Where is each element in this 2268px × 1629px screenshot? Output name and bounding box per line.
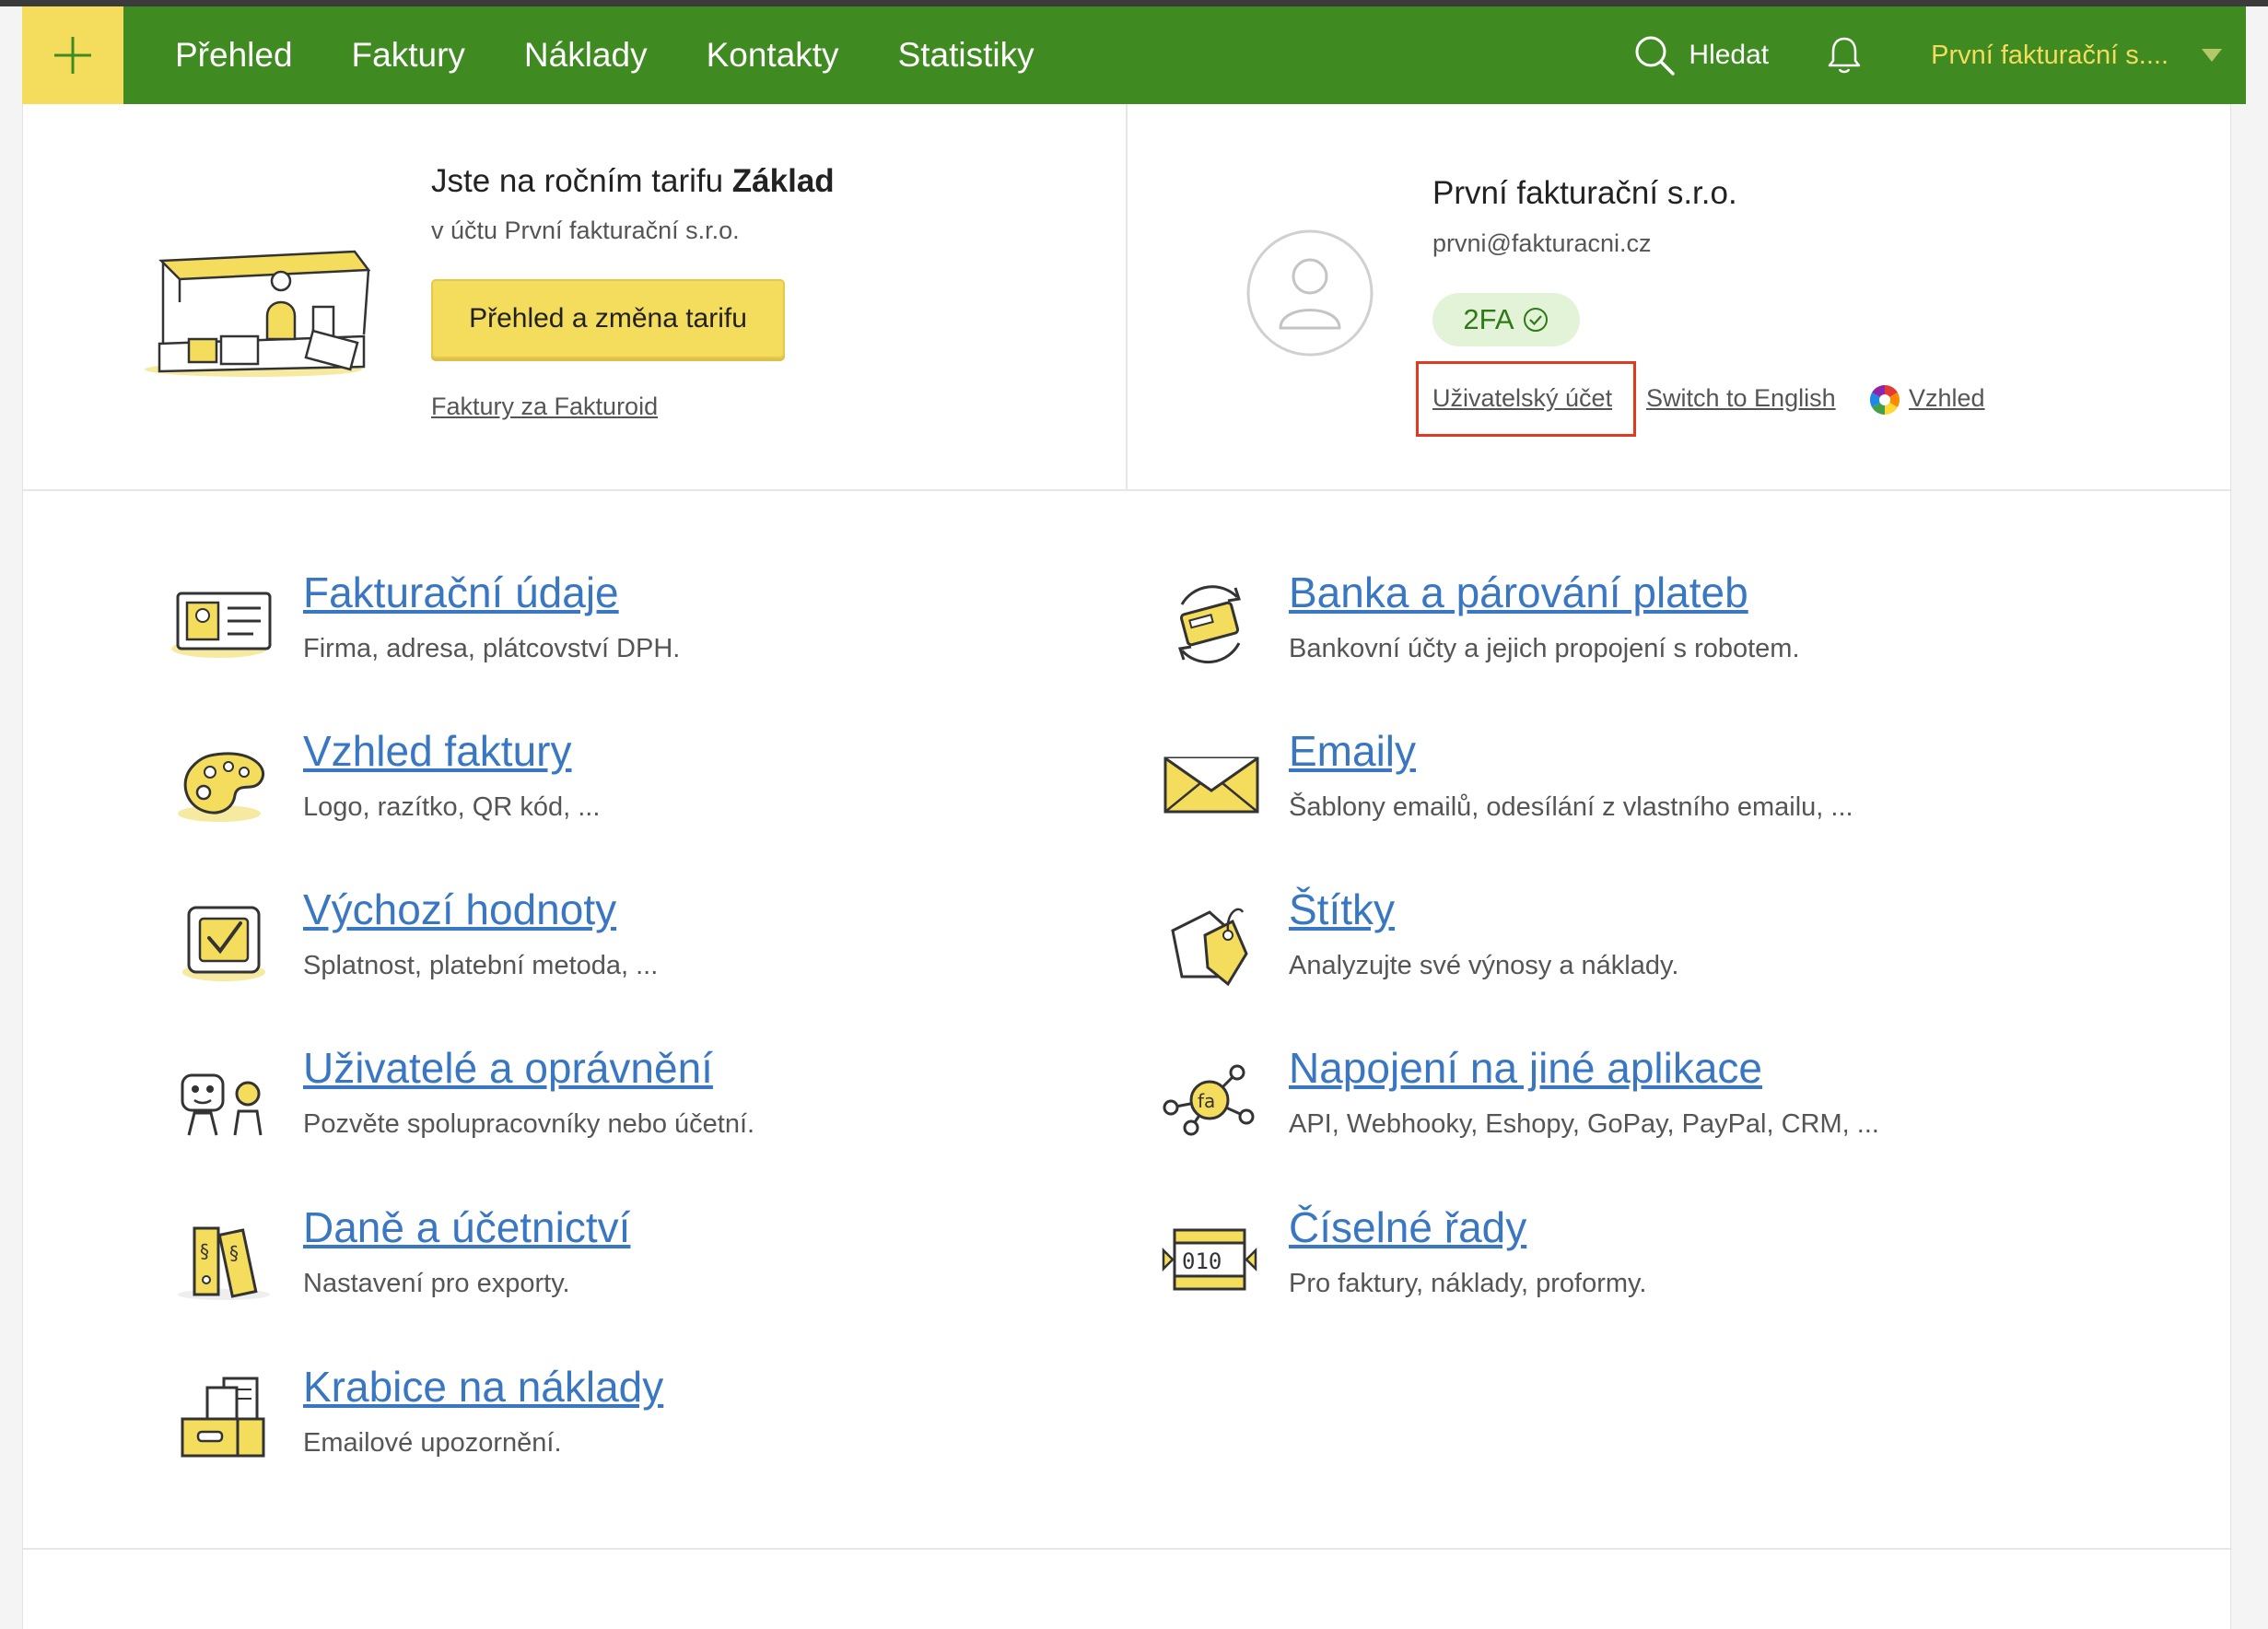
setting-billing-details: Fakturační údaje Firma, adresa, plátcovs… [169, 568, 998, 687]
market-stall-illustration-icon [145, 250, 371, 377]
bell-icon [1828, 37, 1861, 74]
setting-title[interactable]: Napojení na jiné aplikace [1289, 1043, 1762, 1093]
setting-description: Pro faktury, náklady, proformy. [1289, 1269, 1647, 1298]
setting-title[interactable]: Banka a párování plateb [1289, 568, 1748, 617]
setting-title[interactable]: Výchozí hodnoty [303, 885, 616, 934]
organization-email: prvni@fakturacni.cz [1432, 229, 1652, 257]
binders-icon: § § [178, 1226, 270, 1300]
setting-title[interactable]: Daně a účetnictví [303, 1202, 630, 1252]
setting-title[interactable]: Uživatelé a oprávnění [303, 1043, 713, 1093]
setting-description: Logo, razítko, QR kód, ... [303, 792, 601, 822]
search-label: Hledat [1689, 40, 1770, 70]
svg-text:fa: fa [1198, 1090, 1215, 1112]
setting-title[interactable]: Krabice na náklady [303, 1362, 663, 1412]
nav-item-naklady[interactable]: Náklady [495, 6, 677, 104]
organization-name: První fakturační s.r.o. [1432, 175, 1737, 211]
number-series-icon: 010 [1162, 1228, 1257, 1291]
setting-description: Analyzujte své výnosy a náklady. [1289, 951, 1679, 980]
setting-bank-payments: Banka a párování plateb Bankovní účty a … [1154, 568, 2168, 687]
svg-text:§: § [229, 1242, 239, 1264]
plus-icon [54, 37, 91, 74]
window-top-border [0, 0, 2268, 6]
tariff-subtitle: v účtu První fakturační s.r.o. [431, 217, 740, 244]
tariff-title: Jste na ročním tarifu Základ [431, 163, 835, 199]
setting-description: Nastavení pro exporty. [303, 1269, 570, 1298]
two-factor-badge: 2FA [1432, 293, 1580, 346]
setting-emails: Emaily Šablony emailů, odesílání z vlast… [1154, 726, 2168, 846]
setting-description: Šablony emailů, odesílání z vlastního em… [1289, 792, 1853, 822]
section-divider [1126, 104, 1128, 491]
svg-text:010: 010 [1182, 1248, 1222, 1274]
id-card-icon [171, 592, 272, 658]
palette-icon [178, 752, 264, 822]
account-switcher-label[interactable]: První fakturační s.... [1931, 41, 2169, 71]
setting-description: Firma, adresa, plátcovství DPH. [303, 634, 681, 663]
box-icon [181, 1377, 265, 1458]
setting-default-values: Výchozí hodnoty Splatnost, platební meto… [169, 885, 998, 1004]
search-icon [1635, 36, 1676, 76]
setting-description: Splatnost, platební metoda, ... [303, 951, 659, 980]
users-icon [181, 1073, 263, 1136]
setting-description: Bankovní účty a jejich propojení s robot… [1289, 634, 1800, 663]
setting-description: API, Webhooky, Eshopy, GoPay, PayPal, CR… [1289, 1109, 1879, 1139]
nav-item-kontakty[interactable]: Kontakty [677, 6, 869, 104]
nav-right-group: Hledat První fakturační s.... [1633, 6, 2246, 104]
nav-item-faktury[interactable]: Faktury [322, 6, 495, 104]
tags-icon [1171, 908, 1248, 987]
setting-number-series: 010 Číselné řady Pro faktury, náklady, p… [1154, 1202, 2168, 1322]
add-new-button[interactable] [22, 6, 123, 104]
chevron-down-icon[interactable] [2202, 49, 2222, 62]
setting-expense-box: Krabice na náklady Emailové upozornění. [169, 1362, 998, 1482]
nav-menu: Přehled Faktury Náklady Kontakty Statist… [146, 6, 1064, 104]
setting-taxes-accounting: § § Daně a účetnictví Nastavení pro expo… [169, 1202, 998, 1322]
check-circle-icon [1523, 308, 1548, 332]
tariff-plan-name: Základ [731, 163, 835, 199]
main-navbar: Přehled Faktury Náklady Kontakty Statist… [22, 6, 2246, 104]
section-divider [23, 1548, 2232, 1550]
search-button[interactable]: Hledat [1633, 34, 1769, 76]
notifications-button[interactable] [1826, 35, 1863, 76]
setting-description: Emailové upozornění. [303, 1428, 562, 1458]
bank-card-icon [1178, 585, 1241, 663]
setting-invoice-appearance: Vzhled faktury Logo, razítko, QR kód, ..… [169, 726, 998, 846]
integration-icon: fa [1163, 1064, 1255, 1136]
tariff-overview-button[interactable]: Přehled a změna tarifu [431, 279, 785, 358]
setting-title[interactable]: Štítky [1289, 885, 1395, 934]
switch-language-link[interactable]: Switch to English [1646, 384, 1836, 413]
svg-text:§: § [200, 1240, 209, 1262]
setting-integrations: fa Napojení na jiné aplikace API, Webhoo… [1154, 1043, 2168, 1163]
nav-item-prehled[interactable]: Přehled [146, 6, 322, 104]
fakturoid-invoices-link[interactable]: Faktury za Fakturoid [431, 393, 658, 421]
setting-tags: Štítky Analyzujte své výnosy a náklady. [1154, 885, 2168, 1004]
user-account-link[interactable]: Uživatelský účet [1432, 384, 1612, 413]
envelope-icon [1163, 756, 1259, 814]
color-wheel-icon [1869, 384, 1900, 416]
setting-title[interactable]: Emaily [1289, 726, 1416, 776]
setting-title[interactable]: Vzhled faktury [303, 726, 571, 776]
two-factor-label: 2FA [1463, 303, 1514, 335]
checkbox-icon [182, 906, 265, 981]
nav-item-statistiky[interactable]: Statistiky [869, 6, 1064, 104]
settings-panel: Jste na ročním tarifu Základ v účtu Prvn… [22, 104, 2232, 1629]
appearance-link[interactable]: Vzhled [1909, 384, 1985, 413]
setting-title[interactable]: Číselné řady [1289, 1202, 1526, 1252]
setting-users-permissions: Uživatelé a oprávnění Pozvěte spolupraco… [169, 1043, 998, 1163]
setting-description: Pozvěte spolupracovníky nebo účetní. [303, 1109, 755, 1139]
setting-title[interactable]: Fakturační údaje [303, 568, 619, 617]
avatar-icon [1246, 229, 1374, 357]
account-summary: Jste na ročním tarifu Základ v účtu Prvn… [23, 104, 2232, 491]
